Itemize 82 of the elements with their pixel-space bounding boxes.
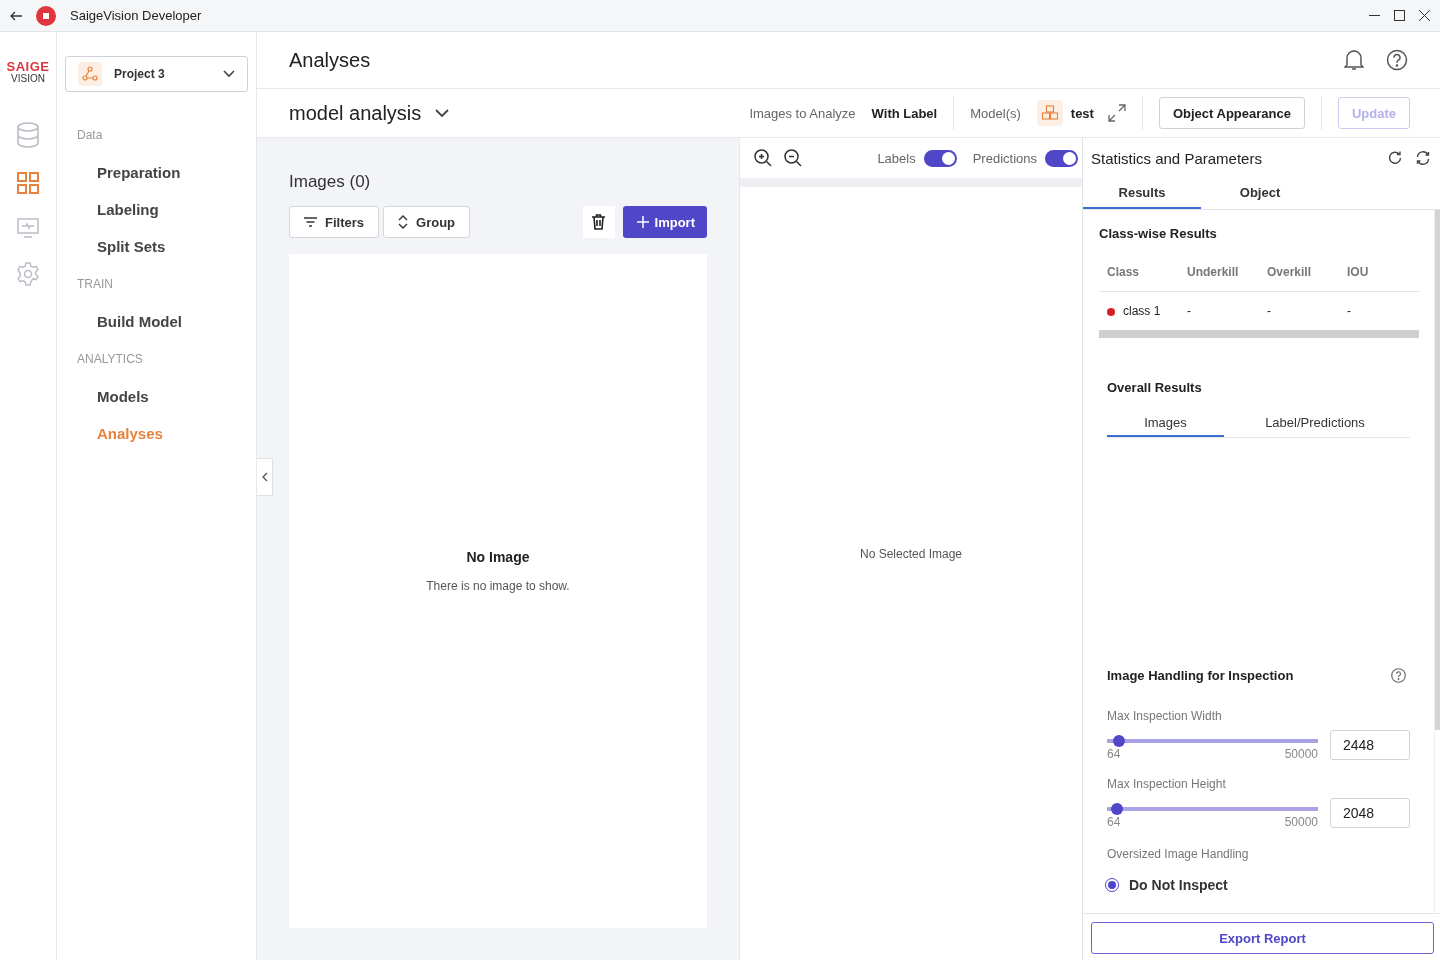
delete-button[interactable] [582, 206, 615, 238]
expand-icon[interactable] [1107, 104, 1126, 122]
number-field[interactable]: 2048 [1330, 798, 1410, 828]
slider-min: 64 [1107, 747, 1121, 761]
field-label: Oversized Image Handling [1107, 847, 1250, 861]
section-title: Overall Results [1107, 380, 1203, 395]
nav-item[interactable]: Build Model [65, 303, 248, 340]
nav-section-label: TRAIN [76, 276, 114, 293]
import-button[interactable]: Import [622, 206, 707, 238]
radio-option[interactable]: Do Not Inspect [1105, 877, 1228, 893]
help-icon[interactable] [1386, 49, 1408, 71]
section-title: Image Handling for Inspection [1107, 668, 1294, 683]
slider-max: 50000 [1284, 747, 1318, 761]
table-cell: - [1339, 291, 1419, 330]
project-dropdown[interactable]: Project 3 [65, 56, 248, 92]
nav-item[interactable]: Labeling [65, 191, 248, 228]
nav-item[interactable]: Split Sets [65, 228, 248, 265]
collapse-handle[interactable] [257, 458, 273, 496]
filters-button[interactable]: Filters [289, 206, 379, 238]
slider-max: 50000 [1284, 815, 1318, 829]
trash-icon [592, 214, 606, 230]
close-icon[interactable] [1419, 10, 1430, 21]
toggle-label: Predictions [972, 150, 1037, 166]
toggle-label: Labels [877, 150, 916, 166]
column-header: Class [1099, 253, 1179, 292]
zoom-out-icon[interactable] [784, 149, 802, 167]
section-title: Class-wise Results [1099, 226, 1218, 241]
column-header: IOU [1339, 253, 1419, 292]
project-icon [78, 62, 102, 86]
help-icon[interactable] [1391, 668, 1406, 683]
panel-tab[interactable]: Results [1083, 178, 1201, 209]
images-title: Images (0) [289, 172, 372, 192]
column-header: Overkill [1259, 253, 1339, 292]
field-label: Max Inspection Width [1107, 709, 1223, 723]
empty-viewer-message: No Selected Image [859, 546, 963, 561]
images-to-analyze-value: With Label [871, 105, 938, 121]
sync-icon[interactable] [1416, 151, 1430, 165]
analysis-name[interactable]: model analysis [289, 101, 422, 125]
zoom-in-icon[interactable] [754, 149, 772, 167]
empty-message: There is no image to show. [426, 579, 570, 593]
models-label: Model(s) [970, 105, 1021, 121]
panel-title: Statistics and Parameters [1091, 149, 1262, 167]
slider-min: 64 [1107, 815, 1121, 829]
empty-title: No Image [466, 549, 530, 565]
group-button[interactable]: Group [383, 206, 470, 238]
sort-icon [398, 215, 408, 229]
field-label: Max Inspection Height [1107, 777, 1227, 791]
bell-icon[interactable] [1344, 49, 1364, 71]
refresh-icon[interactable] [1388, 151, 1402, 165]
back-arrow-icon[interactable] [10, 10, 22, 21]
column-header: Underkill [1179, 253, 1259, 292]
slider-thumb[interactable] [1112, 735, 1125, 747]
logo: SAIGE [6, 60, 50, 73]
table-cell: class 1 [1099, 291, 1179, 330]
nav-section-label: Data [76, 127, 104, 144]
toggle-switch[interactable] [1045, 149, 1078, 167]
chevron-down-icon[interactable] [435, 108, 450, 118]
export-report-button[interactable]: Export Report [1091, 922, 1434, 954]
table-cell: - [1259, 291, 1339, 330]
logo-subtitle: VISION [11, 73, 45, 84]
number-field[interactable]: 2448 [1330, 730, 1410, 760]
page-title: Analyses [289, 48, 371, 72]
images-to-analyze-label: Images to Analyze [749, 105, 856, 121]
toggle-switch[interactable] [923, 149, 957, 167]
grid-icon[interactable] [17, 172, 39, 194]
table-cell: - [1179, 291, 1259, 330]
overall-tab[interactable]: Images [1107, 409, 1224, 437]
panel-tab[interactable]: Object [1201, 178, 1319, 209]
chevron-down-icon [223, 70, 235, 78]
model-name: test [1070, 105, 1094, 121]
plus-icon [636, 216, 649, 228]
object-appearance-button[interactable]: Object Appearance [1158, 97, 1305, 129]
nav-item[interactable]: Models [65, 378, 248, 415]
nav-item[interactable]: Preparation [65, 154, 248, 191]
maximize-icon[interactable] [1394, 10, 1405, 21]
app-icon [36, 5, 56, 26]
nav-section-label: ANALYTICS [76, 351, 144, 368]
cubes-icon [1036, 100, 1063, 126]
slider-thumb[interactable] [1110, 803, 1123, 815]
window-title: SaigeVision Developer [70, 8, 202, 23]
filter-icon [304, 217, 317, 227]
overall-tab[interactable]: Label/Predictions [1224, 409, 1406, 437]
